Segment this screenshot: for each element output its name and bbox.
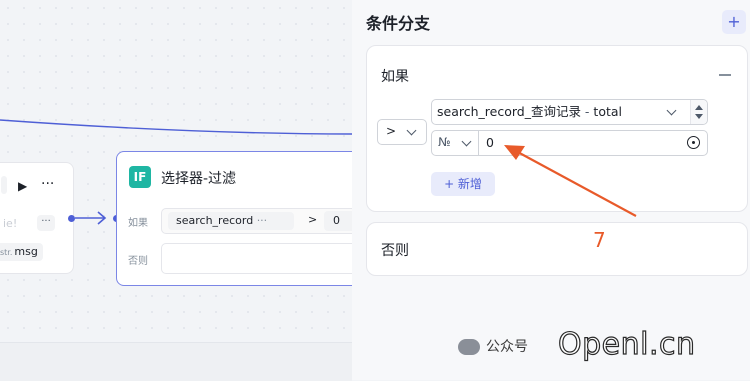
watermark: 公众号 Openl.cn xyxy=(458,326,696,364)
watermark-brand: Openl.cn xyxy=(557,326,696,362)
wechat-icon xyxy=(458,339,480,355)
watermark-text: 公众号 xyxy=(486,339,528,355)
arrow-line xyxy=(513,149,637,217)
annotation-arrow xyxy=(504,145,637,217)
annotation-number: 7 xyxy=(593,228,606,252)
arrow-head xyxy=(504,145,525,160)
